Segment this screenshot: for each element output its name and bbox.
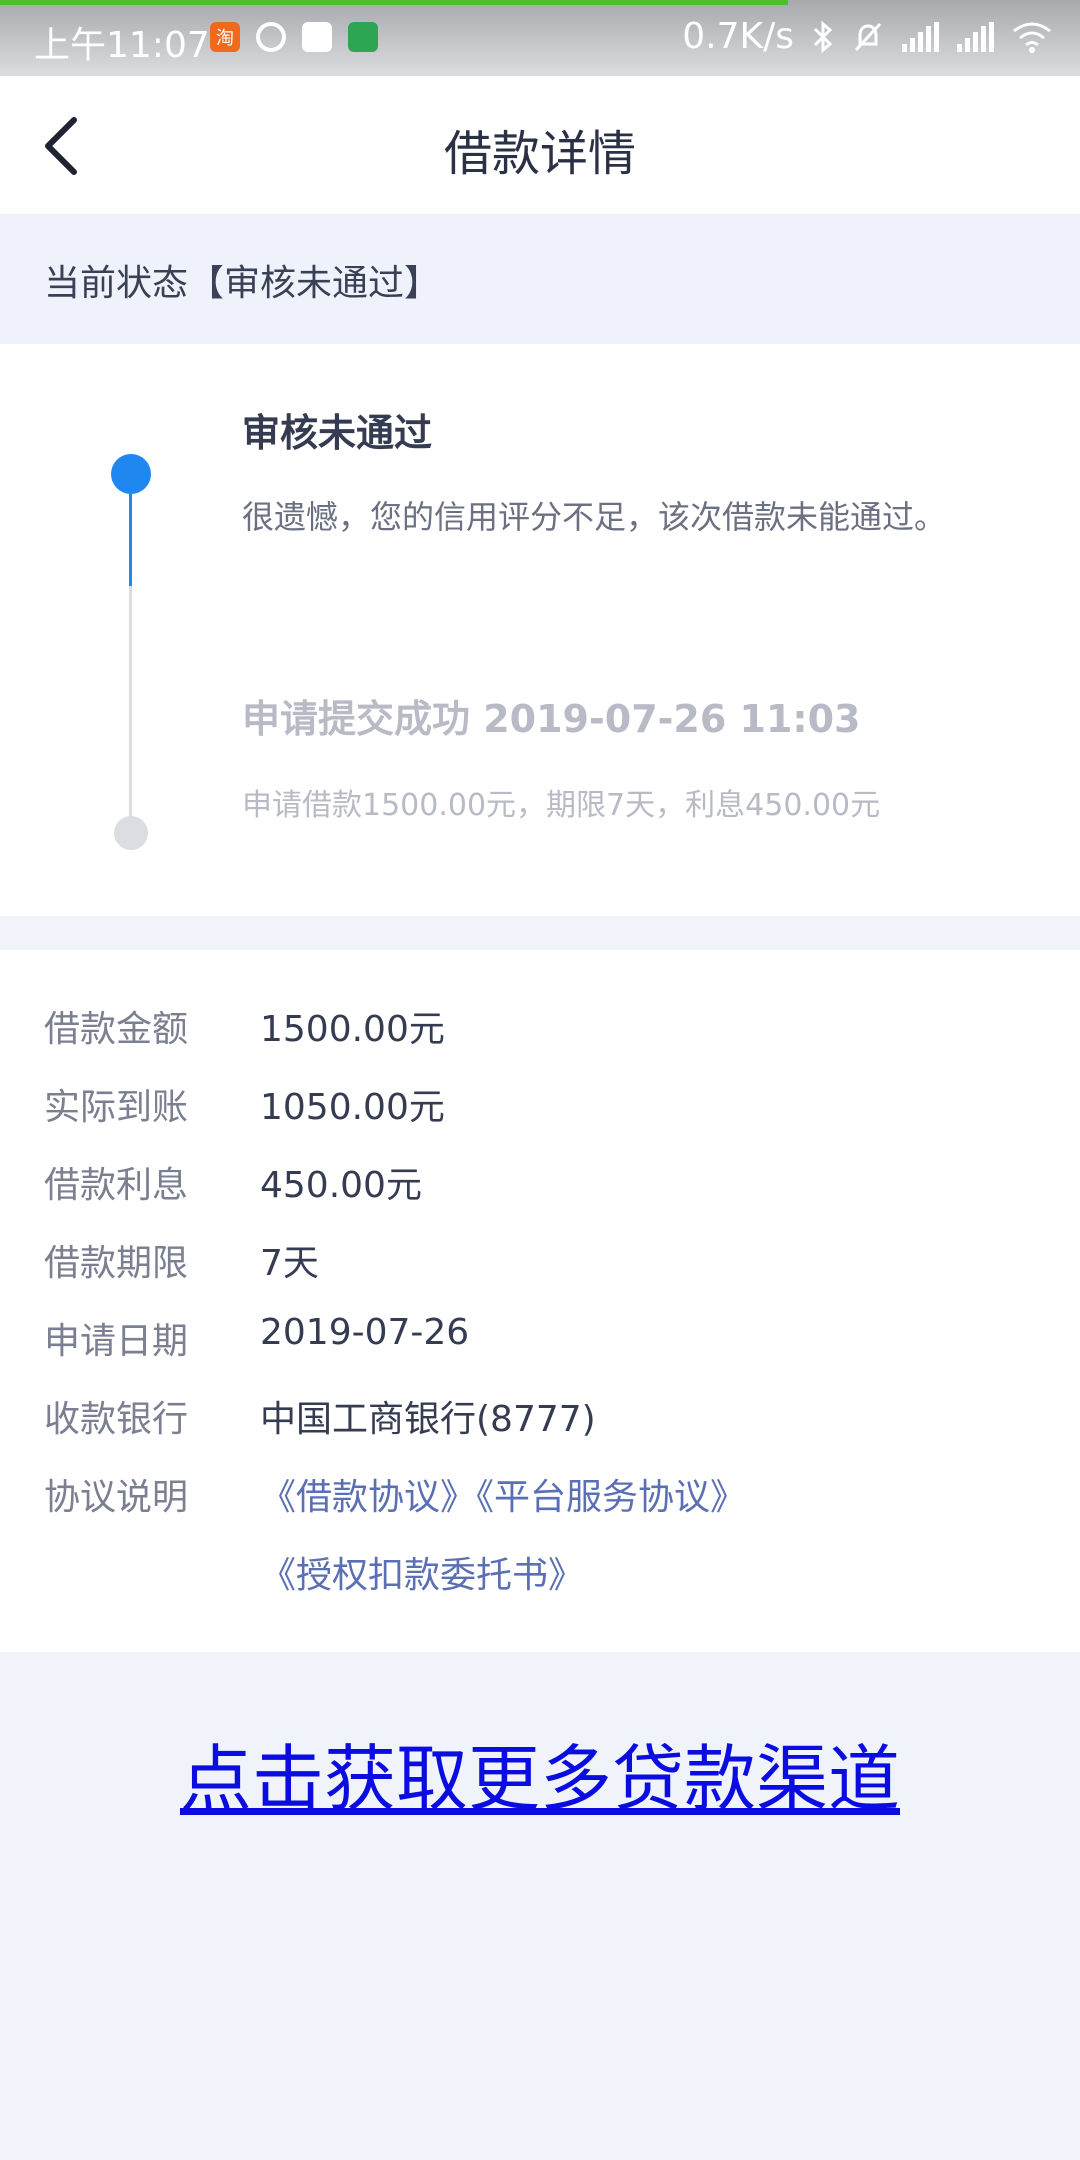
detail-value: 1500.00元 [260, 1009, 445, 1050]
timeline-step-desc: 申请借款1500.00元，期限7天，利息450.00元 [242, 788, 881, 823]
detail-row-term: 借款期限 7天 [0, 1234, 1080, 1294]
detail-label: 借款期限 [44, 1243, 189, 1284]
detail-row-authorization: 《授权扣款委托书》 [0, 1546, 1080, 1606]
status-time: 上午11:07 [34, 25, 210, 66]
more-loan-channels-link[interactable]: 点击获取更多贷款渠道 [0, 1720, 1080, 1825]
agreement-link[interactable]: 《借款协议》《平台服务协议》 [260, 1468, 746, 1520]
detail-label: 借款金额 [44, 1009, 189, 1050]
detail-label: 协议说明 [44, 1477, 189, 1518]
wifi-icon [1013, 22, 1051, 53]
authorization-link[interactable]: 《授权扣款委托书》 [260, 1546, 584, 1598]
status-indicators: 0.7K/s [682, 16, 1052, 57]
page-title: 借款详情 [443, 126, 636, 182]
app-header: 借款详情 [0, 76, 1080, 214]
timeline-dot-inactive [114, 816, 148, 850]
loan-details-card: 借款金额 1500.00元 实际到账 1050.00元 借款利息 450.00元… [0, 950, 1080, 1652]
detail-value: 1050.00元 [260, 1087, 445, 1128]
detail-row-received: 实际到账 1050.00元 [0, 1078, 1080, 1138]
signal-icon-2 [957, 21, 994, 52]
detail-row-amount: 借款金额 1500.00元 [0, 1000, 1080, 1060]
message-icon [302, 22, 332, 52]
green-app-icon [348, 22, 378, 52]
timeline-step-title: 审核未通过 [242, 411, 433, 455]
detail-label: 实际到账 [44, 1087, 189, 1128]
detail-value: 中国工商银行(8777) [260, 1399, 596, 1440]
detail-label: 借款利息 [44, 1165, 189, 1206]
status-bar: 上午11:07 淘 0.7K/s [0, 0, 1080, 76]
current-status-text: 当前状态【审核未通过】 [44, 263, 441, 304]
detail-value: 7天 [260, 1243, 319, 1284]
signal-icon [902, 21, 939, 52]
mute-bell-icon [854, 22, 882, 51]
detail-row-date: 申请日期 2019-07-26 [0, 1312, 1080, 1372]
notification-icons: 淘 [210, 22, 378, 52]
detail-row-bank: 收款银行 中国工商银行(8777) [0, 1390, 1080, 1450]
detail-row-agreements: 协议说明 《借款协议》《平台服务协议》 [0, 1468, 1080, 1528]
page-load-progress [0, 0, 788, 5]
taobao-app-icon: 淘 [210, 22, 240, 52]
timeline-line-inactive [129, 586, 132, 826]
detail-value: 450.00元 [260, 1165, 422, 1206]
detail-label: 申请日期 [44, 1321, 189, 1362]
timeline-card: 审核未通过 很遗憾，您的信用评分不足，该次借款未能通过。 申请提交成功 2019… [0, 344, 1080, 916]
timeline-step-title: 申请提交成功 2019-07-26 11:03 [242, 697, 861, 741]
bluetooth-icon [813, 20, 833, 53]
detail-label: 收款银行 [44, 1399, 189, 1440]
network-speed: 0.7K/s [682, 16, 794, 57]
detail-value: 2019-07-26 [260, 1312, 470, 1353]
timeline-step-desc: 很遗憾，您的信用评分不足，该次借款未能通过。 [242, 498, 947, 536]
blocked-icon [256, 22, 286, 52]
timeline-dot-active [111, 454, 151, 494]
current-status-band: 当前状态【审核未通过】 [0, 214, 1080, 344]
detail-row-interest: 借款利息 450.00元 [0, 1156, 1080, 1216]
